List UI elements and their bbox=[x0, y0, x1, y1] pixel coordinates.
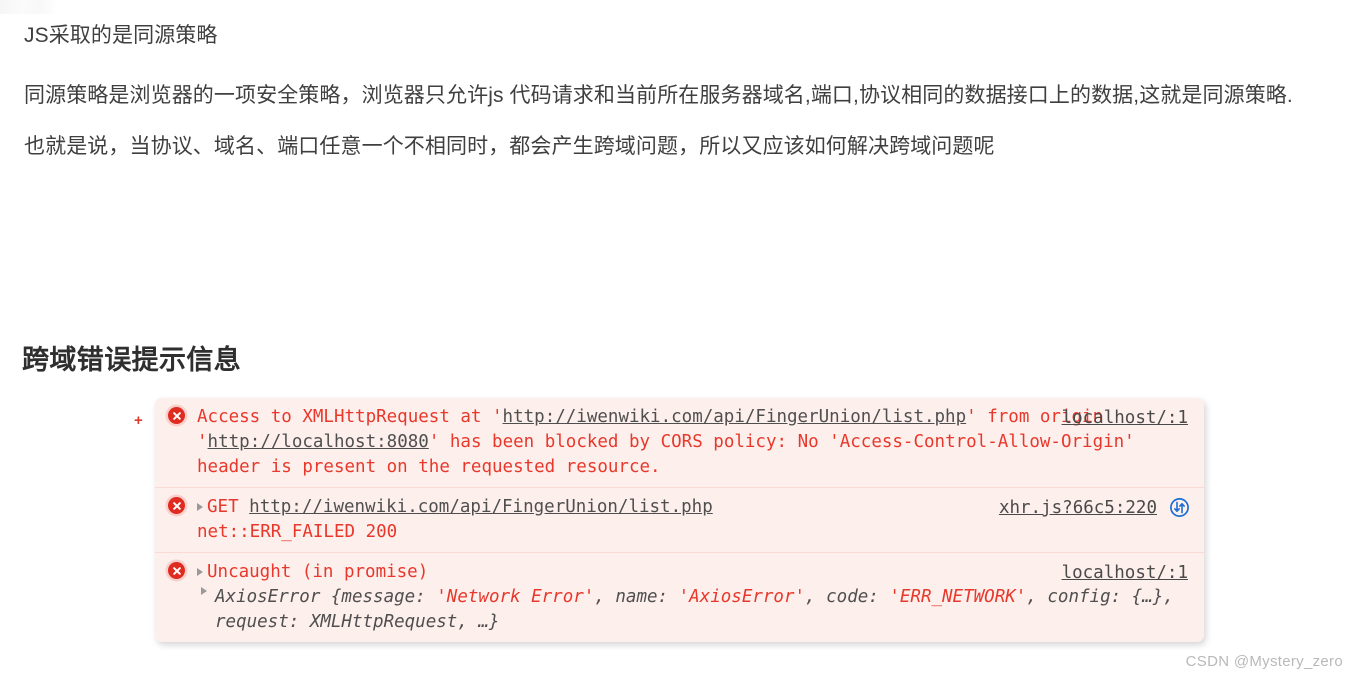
disclosure-triangle-icon[interactable] bbox=[197, 568, 203, 576]
object-string-value: 'ERR_NETWORK' bbox=[889, 587, 1027, 607]
request-url-link[interactable]: http://iwenwiki.com/api/FingerUnion/list… bbox=[249, 497, 713, 517]
console-expand-marker[interactable]: + bbox=[134, 413, 143, 428]
origin-url-link[interactable]: http://localhost:8080 bbox=[208, 432, 429, 452]
paragraph-same-origin-policy: 同源策略是浏览器的一项安全策略，浏览器只允许js 代码请求和当前所在服务器域名,… bbox=[24, 84, 1293, 107]
console-message-cors: Access to XMLHttpRequest at 'http://iwen… bbox=[197, 405, 1190, 480]
error-circle-icon bbox=[168, 407, 185, 424]
http-method: GET bbox=[207, 497, 239, 517]
disclosure-triangle-icon[interactable] bbox=[197, 503, 203, 511]
axios-error-object: AxiosError {message: 'Network Error', na… bbox=[215, 585, 1190, 635]
devtools-console-panel: localhost/:1 Access to XMLHttpRequest at… bbox=[155, 398, 1204, 642]
network-request-icon[interactable] bbox=[1169, 497, 1190, 518]
object-string-value: 'Network Error' bbox=[436, 587, 595, 607]
section-heading-cors-error: 跨域错误提示信息 bbox=[22, 345, 242, 376]
object-disclosure-triangle-icon[interactable] bbox=[201, 587, 207, 595]
console-row[interactable]: xhr.js?66c5:220 GET http://iwenwiki.com/… bbox=[155, 488, 1204, 553]
object-key-text: AxiosError {message: bbox=[215, 587, 437, 607]
source-link[interactable]: xhr.js?66c5:220 bbox=[999, 496, 1157, 521]
error-circle-icon bbox=[168, 497, 185, 514]
object-string-value: 'AxiosError' bbox=[678, 587, 806, 607]
console-row[interactable]: localhost/:1 Access to XMLHttpRequest at… bbox=[155, 398, 1204, 488]
message-text: Access to XMLHttpRequest at ' bbox=[197, 407, 503, 427]
uncaught-title: Uncaught (in promise) bbox=[207, 562, 429, 582]
net-status-text: net::ERR_FAILED 200 bbox=[197, 522, 398, 542]
console-message-uncaught: Uncaught (in promise) AxiosError {message… bbox=[197, 560, 1190, 635]
source-link[interactable]: localhost/:1 bbox=[1062, 406, 1188, 431]
article-body: JS采取的是同源策略 同源策略是浏览器的一项安全策略，浏览器只允许js 代码请求… bbox=[24, 12, 1324, 170]
paragraph-cross-origin-question: 也就是说，当协议、域名、端口任意一个不相同时，都会产生跨域问题，所以又应该如何解… bbox=[24, 135, 995, 158]
lead-paragraph: JS采取的是同源策略 bbox=[24, 24, 218, 47]
request-url-link[interactable]: http://iwenwiki.com/api/FingerUnion/list… bbox=[503, 407, 967, 427]
watermark: CSDN @Mystery_zero bbox=[1185, 653, 1343, 670]
object-key-text: , name: bbox=[594, 587, 679, 607]
object-key-text: , code: bbox=[805, 587, 890, 607]
error-circle-icon bbox=[168, 562, 185, 579]
source-link[interactable]: localhost/:1 bbox=[1062, 561, 1188, 586]
console-row[interactable]: localhost/:1 Uncaught (in promise) AxiosE… bbox=[155, 553, 1204, 642]
